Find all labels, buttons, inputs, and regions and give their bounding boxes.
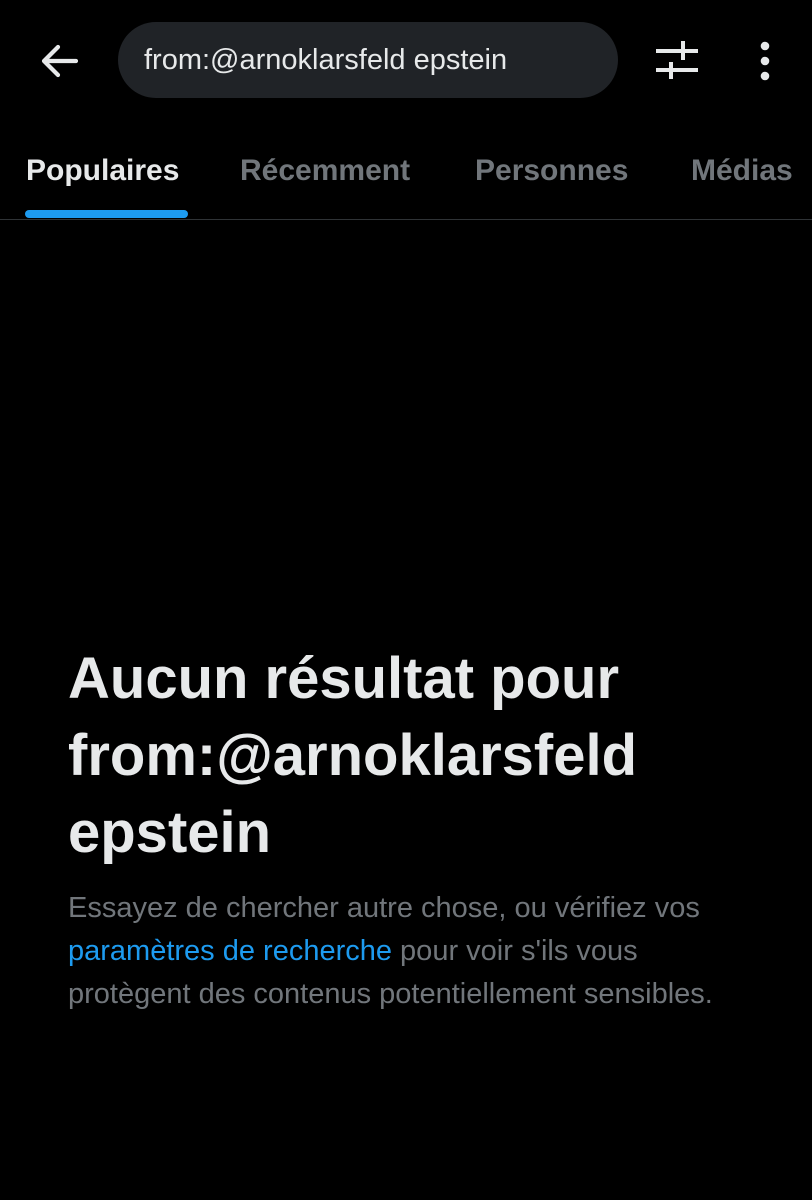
tab-populaires[interactable]: Populaires bbox=[26, 122, 179, 219]
back-button[interactable] bbox=[28, 32, 90, 90]
sliders-icon bbox=[656, 41, 698, 79]
search-filters-button[interactable] bbox=[650, 34, 704, 86]
tab-recemment[interactable]: Récemment bbox=[240, 122, 410, 219]
search-results-screen: Populaires Récemment Personnes Médias Au… bbox=[0, 0, 812, 1200]
title-line: Aucun résultat pour bbox=[68, 646, 620, 711]
empty-state-message: Essayez de chercher autre chose, ou véri… bbox=[68, 887, 748, 1016]
search-settings-link[interactable]: paramètres de recherche bbox=[68, 935, 392, 967]
active-tab-indicator bbox=[25, 210, 188, 218]
title-line: epstein bbox=[68, 800, 272, 865]
empty-state: Aucun résultat pour from:@arnoklarsfeld … bbox=[68, 640, 768, 1016]
message-text: Essayez de chercher autre chose, ou véri… bbox=[68, 892, 700, 924]
top-bar bbox=[0, 0, 812, 120]
empty-state-title: Aucun résultat pour from:@arnoklarsfeld … bbox=[68, 640, 768, 871]
more-options-button[interactable] bbox=[742, 32, 788, 90]
more-vertical-icon bbox=[760, 41, 770, 81]
tab-medias[interactable]: Médias bbox=[691, 122, 793, 219]
search-tabs: Populaires Récemment Personnes Médias bbox=[0, 122, 812, 220]
title-line: from:@arnoklarsfeld bbox=[68, 723, 638, 788]
search-input[interactable] bbox=[144, 43, 604, 77]
tab-personnes[interactable]: Personnes bbox=[475, 122, 628, 219]
arrow-left-icon bbox=[41, 44, 78, 78]
search-field[interactable] bbox=[118, 22, 618, 98]
